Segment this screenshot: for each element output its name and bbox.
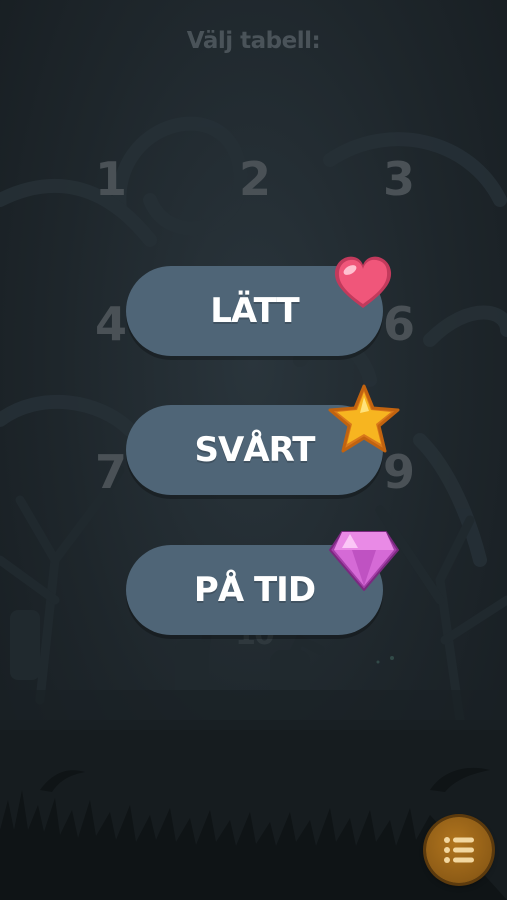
hard-mode-label: SVÅRT [194, 430, 316, 470]
list-icon [444, 837, 474, 863]
gem-icon [329, 531, 399, 591]
easy-mode-label: LÄTT [210, 291, 300, 331]
game-screen: Välj tabell: 1 2 3 4 6 7 9 10 LÄTT SVÅRT… [0, 0, 507, 900]
table-number-1[interactable]: 1 [80, 151, 140, 207]
timed-mode-label: PÅ TID [193, 570, 316, 610]
heart-icon [334, 256, 392, 308]
table-number-3[interactable]: 3 [368, 151, 428, 207]
page-title: Välj tabell: [186, 28, 321, 54]
table-number-2[interactable]: 2 [224, 151, 284, 207]
star-icon [328, 384, 400, 453]
menu-button[interactable] [426, 817, 492, 883]
